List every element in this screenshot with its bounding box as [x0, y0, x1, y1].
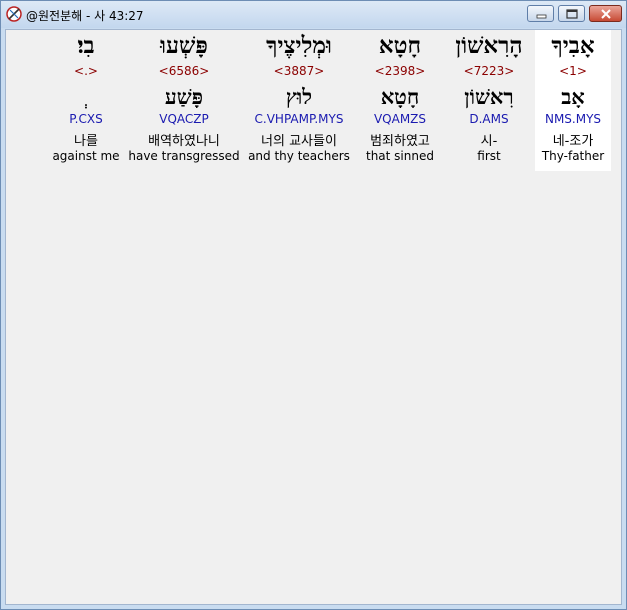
hebrew-word: בִי׃: [77, 32, 95, 59]
title-bar[interactable]: @원전분해 - 사 43:27: [1, 1, 626, 28]
parsing-code: VQACZP: [159, 112, 209, 126]
strong-number[interactable]: <.>: [48, 64, 124, 78]
strong-number[interactable]: <2398>: [356, 64, 444, 78]
word-column[interactable]: בִי׃ <.> ְ P.CXS 나를 against me: [48, 30, 124, 171]
window-title: @원전분해 - 사 43:27: [26, 9, 144, 23]
english-gloss: against me: [52, 149, 120, 163]
maximize-button[interactable]: [558, 5, 585, 22]
korean-gloss: 범죄하였고: [370, 134, 430, 149]
word-column[interactable]: חָטָא <2398> חָטָא VQAMZS 범죄하였고 that sin…: [356, 30, 444, 171]
lemma-word: רִאשׁוֹן: [464, 84, 514, 109]
main-window: @원전분해 - 사 43:27 אָבִיךָ <1> אָב NMS.MYS: [0, 0, 627, 610]
strong-number[interactable]: <6586>: [128, 64, 240, 78]
lemma-word: חָטָא: [380, 84, 420, 109]
hebrew-word: חָטָא: [378, 32, 422, 59]
parsing-code: NMS.MYS: [544, 112, 602, 126]
pencil-compass-icon[interactable]: [5, 5, 23, 23]
korean-gloss: 배역하였나니: [148, 134, 220, 149]
english-gloss: first: [477, 149, 501, 163]
english-gloss: that sinned: [366, 149, 434, 163]
word-column[interactable]: פָּשְׁעוּ <6586> פָּשַׁע VQACZP 배역하였나니 h…: [128, 30, 240, 171]
korean-gloss: 시-: [480, 134, 498, 149]
english-gloss: have transgressed: [128, 149, 240, 163]
korean-gloss: 네-조가: [552, 134, 594, 149]
hebrew-word: פָּשְׁעוּ: [160, 32, 208, 59]
parsing-code: P.CXS: [69, 112, 103, 126]
minimize-icon: [536, 14, 547, 19]
korean-gloss: 너의 교사들이: [261, 134, 337, 149]
word-column[interactable]: הָרִאשׁוֹן <7223> רִאשׁוֹן D.AMS 시- firs…: [447, 30, 531, 171]
hebrew-word: וּמְלִיצֶיךָ: [266, 32, 332, 59]
hebrew-word: אָבִיךָ: [551, 32, 595, 59]
lemma-word: לוּץ: [285, 84, 313, 109]
korean-gloss: 나를: [74, 134, 98, 149]
close-button[interactable]: [589, 5, 622, 22]
strong-number[interactable]: <1>: [535, 64, 611, 78]
interlinear-panel: אָבִיךָ <1> אָב NMS.MYS 네-조가 Thy-father …: [5, 29, 622, 605]
close-icon: [601, 9, 611, 19]
parsing-code: D.AMS: [469, 112, 509, 126]
maximize-icon: [566, 9, 578, 19]
english-gloss: and thy teachers: [248, 149, 350, 163]
minimize-button[interactable]: [527, 5, 554, 22]
strong-number[interactable]: <3887>: [244, 64, 354, 78]
word-column[interactable]: וּמְלִיצֶיךָ <3887> לוּץ C.VHPAMP.MYS 너의…: [244, 30, 354, 171]
lemma-word: פָּשַׁע: [164, 84, 204, 109]
hebrew-word: הָרִאשׁוֹן: [455, 32, 523, 59]
strong-number[interactable]: <7223>: [447, 64, 531, 78]
lemma-word: אָב: [561, 84, 585, 109]
word-column[interactable]: אָבִיךָ <1> אָב NMS.MYS 네-조가 Thy-father: [535, 30, 611, 171]
parsing-code: C.VHPAMP.MYS: [254, 112, 344, 126]
parsing-code: VQAMZS: [373, 112, 427, 126]
lemma-word: ְ: [48, 84, 124, 110]
english-gloss: Thy-father: [541, 149, 605, 163]
